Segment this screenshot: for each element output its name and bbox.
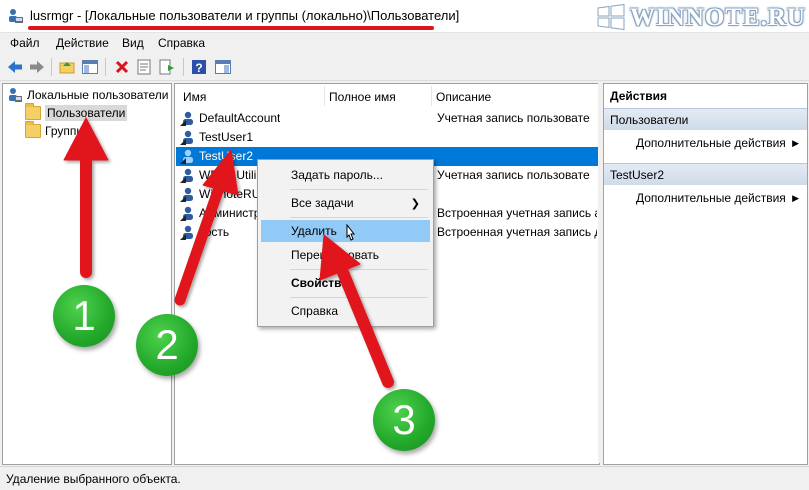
actions-section-users[interactable]: Пользователи bbox=[604, 108, 807, 130]
more-actions-users[interactable]: Дополнительные действия bbox=[636, 134, 786, 152]
tree-root-label: Локальные пользователи bbox=[27, 88, 169, 102]
tree-item-groups[interactable]: Группы bbox=[25, 121, 85, 140]
column-description[interactable]: Описание bbox=[436, 90, 491, 108]
users-app-icon bbox=[9, 9, 23, 23]
title-bar[interactable]: lusrmgr - [Локальные пользователи и груп… bbox=[0, 0, 809, 33]
user-icon bbox=[180, 187, 193, 202]
properties-icon[interactable] bbox=[134, 57, 154, 77]
windows-logo-icon bbox=[597, 4, 625, 30]
actions-header: Действия bbox=[610, 89, 668, 103]
more-actions-label: Дополнительные действия bbox=[636, 191, 786, 205]
user-icon bbox=[180, 111, 193, 126]
status-bar: Удаление выбранного объекта. bbox=[0, 466, 809, 490]
action-pane-icon[interactable] bbox=[213, 57, 233, 77]
folder-icon bbox=[25, 121, 41, 139]
table-row[interactable]: TestUser1 bbox=[176, 128, 598, 147]
column-name[interactable]: Имя bbox=[183, 90, 206, 108]
back-icon[interactable] bbox=[5, 57, 25, 77]
actions-pane: Действия Пользователи Дополнительные дей… bbox=[603, 83, 808, 465]
more-actions-label: Дополнительные действия bbox=[636, 136, 786, 150]
show-tree-icon[interactable] bbox=[80, 57, 100, 77]
watermark-text: WINNOTE.RU bbox=[630, 4, 806, 31]
tree-root[interactable]: Локальные пользователи bbox=[7, 86, 168, 104]
help-icon[interactable]: ? bbox=[189, 57, 209, 77]
up-folder-icon[interactable] bbox=[57, 57, 77, 77]
actions-section-testuser2[interactable]: TestUser2 bbox=[604, 163, 807, 185]
window-title: lusrmgr - [Локальные пользователи и груп… bbox=[30, 8, 460, 23]
actions-section-users-label: Пользователи bbox=[610, 112, 689, 127]
step-badge-1: 1 bbox=[53, 285, 115, 347]
title-underline-annotation bbox=[28, 26, 434, 30]
chevron-right-icon: ▶ bbox=[792, 138, 799, 148]
user-icon bbox=[180, 149, 193, 164]
tree-item-groups-label: Группы bbox=[45, 124, 85, 138]
user-icon bbox=[180, 225, 193, 240]
mouse-cursor-icon bbox=[346, 224, 356, 241]
folder-icon bbox=[25, 103, 41, 121]
menu-item-set-password[interactable]: Задать пароль... bbox=[261, 164, 430, 186]
menu-item-properties[interactable]: Свойства bbox=[261, 272, 430, 294]
menu-item-rename[interactable]: Переименовать bbox=[261, 244, 430, 266]
chevron-right-icon: ❯ bbox=[410, 198, 420, 210]
menu-bar: Файл Действие Вид Справка bbox=[0, 33, 809, 53]
menu-view[interactable]: Вид bbox=[122, 36, 144, 50]
user-icon bbox=[180, 130, 193, 145]
column-fullname[interactable]: Полное имя bbox=[329, 90, 396, 108]
menu-item-all-tasks[interactable]: Все задачи ❯ bbox=[261, 192, 430, 214]
delete-icon[interactable] bbox=[112, 57, 132, 77]
user-icon bbox=[180, 206, 193, 221]
menu-file[interactable]: Файл bbox=[10, 36, 40, 50]
svg-text:?: ? bbox=[195, 61, 202, 75]
pane-divider[interactable] bbox=[598, 83, 600, 463]
menu-help[interactable]: Справка bbox=[158, 36, 205, 50]
step-badge-2: 2 bbox=[136, 314, 198, 376]
local-users-icon bbox=[9, 88, 22, 102]
toolbar: ? bbox=[0, 54, 809, 81]
user-icon bbox=[180, 168, 193, 183]
actions-section-testuser2-label: TestUser2 bbox=[610, 167, 665, 182]
tree-pane[interactable]: Локальные пользователи Пользователи Груп… bbox=[2, 83, 172, 465]
menu-action[interactable]: Действие bbox=[56, 36, 109, 50]
status-text: Удаление выбранного объекта. bbox=[6, 472, 181, 486]
export-icon[interactable] bbox=[157, 57, 177, 77]
step-badge-3: 3 bbox=[373, 389, 435, 451]
table-row[interactable]: DefaultAccount Учетная запись пользовате bbox=[176, 109, 598, 128]
more-actions-testuser2[interactable]: Дополнительные действия bbox=[636, 189, 786, 207]
forward-icon[interactable] bbox=[27, 57, 47, 77]
chevron-right-icon: ▶ bbox=[792, 193, 799, 203]
menu-item-help[interactable]: Справка bbox=[261, 300, 430, 322]
tree-item-users[interactable]: Пользователи bbox=[25, 103, 128, 122]
tree-item-users-label: Пользователи bbox=[45, 105, 128, 121]
